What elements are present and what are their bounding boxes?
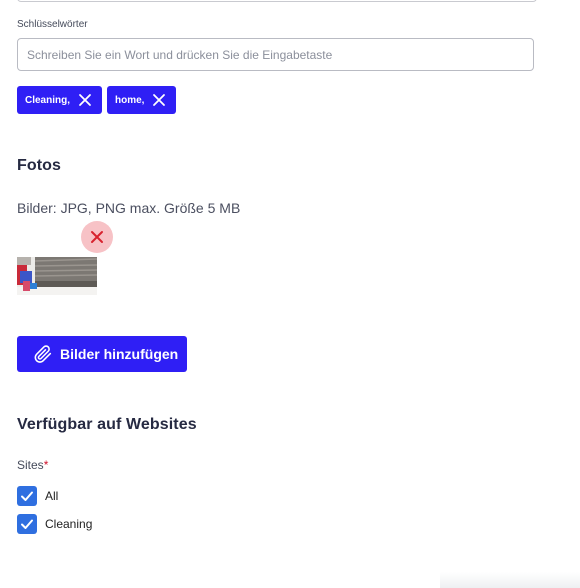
keyword-tags: Cleaning, home, <box>17 86 177 114</box>
site-option-label: All <box>45 489 59 503</box>
site-all-checkbox[interactable] <box>17 486 37 506</box>
close-icon[interactable] <box>78 93 92 107</box>
site-option-label: Cleaning <box>45 517 93 531</box>
close-icon <box>91 231 103 243</box>
add-images-button[interactable]: Bilder hinzufügen <box>17 336 187 372</box>
add-images-label: Bilder hinzufügen <box>60 346 179 362</box>
keywords-input[interactable] <box>17 38 534 71</box>
keyword-tag: Cleaning, <box>17 86 103 114</box>
photo-thumbnail <box>17 257 97 295</box>
sites-label-text: Sites <box>17 458 44 472</box>
photos-heading: Fotos <box>17 157 62 174</box>
keyword-tag: home, <box>107 86 177 114</box>
site-cleaning-checkbox[interactable] <box>17 514 37 534</box>
site-option-all: All <box>17 486 58 506</box>
checkmark-icon <box>21 519 33 529</box>
keyword-tag-label: home, <box>115 94 145 106</box>
paperclip-icon <box>32 343 54 365</box>
previous-field-edge <box>17 0 537 2</box>
keywords-label: Schlüsselwörter <box>17 19 88 30</box>
checkmark-icon <box>21 491 33 501</box>
availability-heading: Verfügbar auf Websites <box>17 416 197 433</box>
sites-label: Sites* <box>17 458 48 472</box>
remove-photo-button[interactable] <box>81 221 113 253</box>
required-marker: * <box>43 458 49 472</box>
scroll-shadow <box>440 572 580 588</box>
keyword-tag-label: Cleaning, <box>25 94 71 106</box>
close-icon[interactable] <box>152 93 166 107</box>
photos-format-hint: Bilder: JPG, PNG max. Größe 5 MB <box>17 200 241 216</box>
site-option-cleaning: Cleaning <box>17 514 92 534</box>
